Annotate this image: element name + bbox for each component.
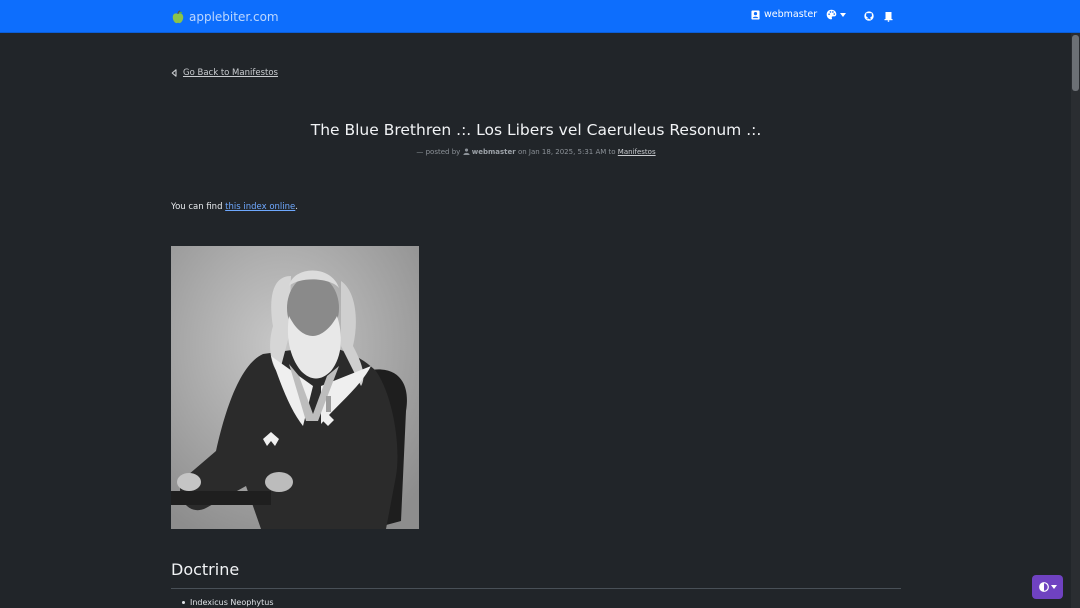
index-link[interactable]: this index online (225, 202, 295, 212)
bullet (182, 601, 185, 604)
palette-icon (826, 9, 837, 20)
post-meta: — posted by webmaster on Jan 18, 2025, 5… (171, 148, 901, 156)
apple-icon (172, 9, 184, 23)
brand-name: applebiter.com (189, 9, 279, 24)
user-menu[interactable]: webmaster (751, 9, 817, 20)
chevron-left-icon (171, 69, 177, 77)
bell-icon[interactable] (884, 11, 893, 22)
github-icon[interactable] (864, 11, 874, 21)
doctrine-list: Indexicus Neophytus (171, 598, 273, 607)
chevron-down-icon (1050, 585, 1057, 589)
list-item[interactable]: Indexicus Neophytus (171, 598, 273, 607)
portrait-image (171, 246, 419, 529)
section-heading: Doctrine (171, 560, 240, 579)
person-icon (462, 148, 470, 155)
page-scrollbar[interactable] (1071, 33, 1080, 608)
list-item-label: Indexicus Neophytus (190, 598, 274, 607)
scrollbar-thumb[interactable] (1072, 35, 1079, 91)
post-author: webmaster (471, 148, 516, 156)
meta-prefix: — posted by (416, 148, 461, 156)
brand-link[interactable]: applebiter.com (171, 8, 279, 25)
top-navbar: applebiter.com webmaster (0, 0, 1080, 33)
theme-dropdown[interactable] (826, 9, 846, 20)
post-date: on Jan 18, 2025, 5:31 AM to (517, 148, 616, 156)
post-category-link[interactable]: Manifestos (618, 148, 656, 156)
section-divider (171, 588, 901, 589)
intro-text: You can find (171, 202, 226, 212)
back-link-label: Go Back to Manifestos (183, 68, 278, 78)
person-badge-icon (751, 10, 760, 19)
user-name: webmaster (764, 9, 818, 20)
back-to-manifestos-link[interactable]: Go Back to Manifestos (171, 68, 278, 78)
theme-toggle-button[interactable] (1032, 575, 1063, 599)
post-intro: You can find this index online. (171, 202, 298, 212)
contrast-icon (1038, 582, 1049, 592)
intro-end: . (295, 202, 298, 212)
post-title: The Blue Brethren .:. Los Libers vel Cae… (310, 121, 762, 139)
chevron-down-icon (840, 12, 846, 17)
